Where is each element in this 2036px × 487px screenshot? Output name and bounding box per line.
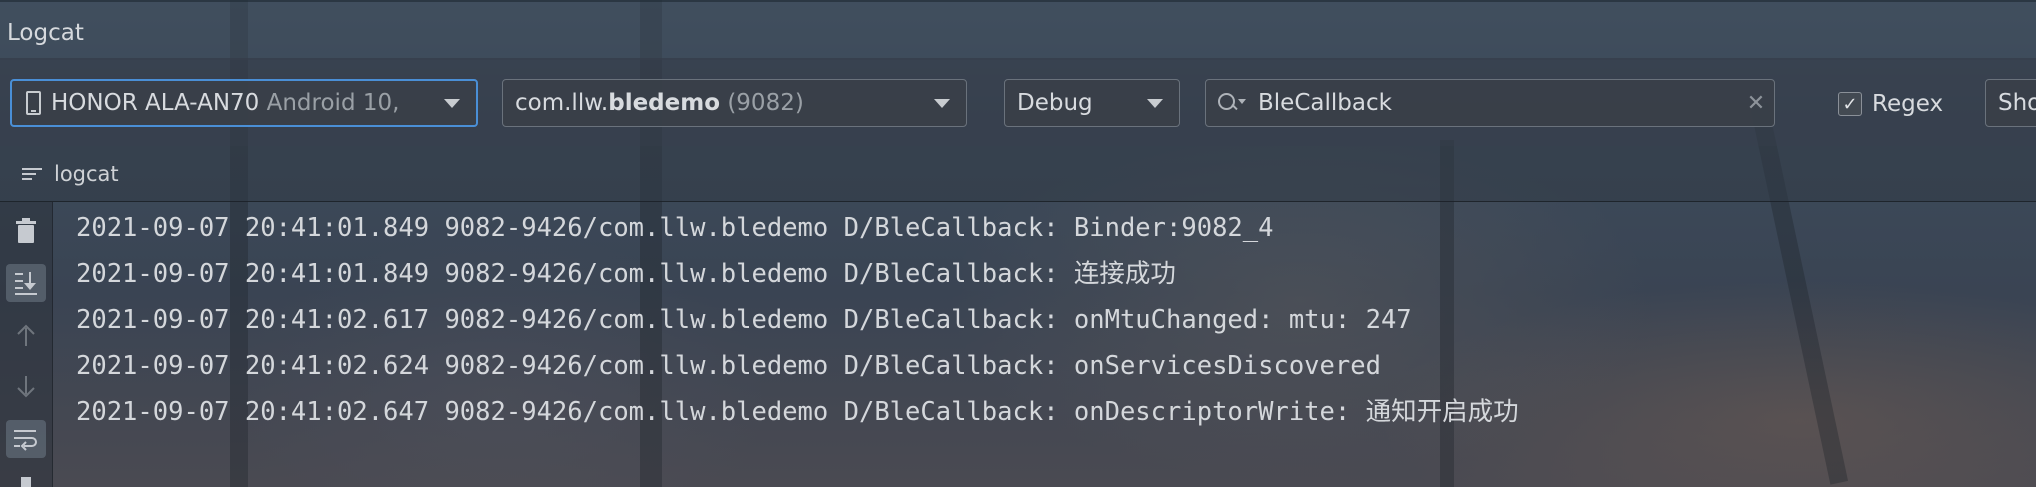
log-line[interactable]: 2021-09-07 20:41:01.849 9082-9426/com.ll… [76, 251, 2036, 297]
process-selector[interactable]: com.llw.bledemo (9082) [502, 79, 967, 127]
log-line[interactable]: 2021-09-07 20:41:01.849 9082-9426/com.ll… [76, 205, 2036, 251]
log-level-label: Debug [1017, 90, 1093, 116]
log-line[interactable]: 2021-09-07 20:41:02.647 9082-9426/com.ll… [76, 389, 2036, 435]
regex-checkbox[interactable]: ✓ Regex [1838, 90, 1943, 118]
log-line[interactable]: 2021-09-07 20:41:02.617 9082-9426/com.ll… [76, 297, 2036, 343]
checkmark-icon[interactable]: ✓ [1838, 92, 1862, 116]
logcat-tab-strip: logcat [0, 146, 2036, 202]
lines-icon [22, 165, 42, 183]
phone-icon [26, 91, 41, 115]
log-level-selector[interactable]: Debug [1004, 79, 1180, 127]
close-icon[interactable]: ✕ [1738, 91, 1774, 116]
search-input[interactable]: BleCallback ✕ [1205, 79, 1775, 127]
device-selector[interactable]: HONOR ALA-AN70 Android 10, [10, 79, 478, 127]
chevron-down-icon [444, 98, 460, 108]
chevron-down-icon [1147, 98, 1163, 108]
trash-icon [16, 218, 36, 243]
search-icon[interactable] [1216, 91, 1246, 115]
process-package: bledemo [608, 90, 721, 116]
scroll-to-end-button[interactable] [6, 264, 46, 302]
tab-label: logcat [54, 162, 119, 186]
device-selector-label: HONOR ALA-AN70 Android 10, [51, 90, 444, 116]
log-line[interactable]: 2021-09-07 20:41:02.624 9082-9426/com.ll… [76, 343, 2036, 389]
scroll-to-end-icon [15, 272, 37, 295]
clear-logcat-button[interactable] [6, 212, 46, 250]
logcat-output[interactable]: 2021-09-07 20:41:01.849 9082-9426/com.ll… [76, 205, 2036, 435]
show-only-selected-button[interactable]: Sho [1985, 79, 2036, 127]
printer-icon [21, 476, 31, 487]
process-prefix: com.llw. [515, 90, 609, 116]
tab-logcat[interactable]: logcat [22, 160, 119, 188]
process-selector-label: com.llw.bledemo (9082) [503, 90, 934, 116]
tool-window-titlebar: Logcat [0, 0, 2036, 60]
up-arrow-icon [17, 324, 35, 346]
device-detail: Android 10, [266, 90, 400, 116]
side-toolbar [0, 202, 53, 487]
process-pid: (9082) [727, 90, 804, 116]
tool-window-title: Logcat [7, 20, 84, 46]
down-arrow-icon [17, 376, 35, 398]
more-button[interactable] [6, 472, 46, 487]
regex-label: Regex [1872, 91, 1944, 117]
chevron-down-icon [934, 98, 950, 108]
soft-wrap-button[interactable] [6, 420, 46, 458]
up-button[interactable] [6, 316, 46, 354]
soft-wrap-icon [14, 430, 37, 451]
down-button[interactable] [6, 368, 46, 406]
device-name: HONOR ALA-AN70 [51, 90, 260, 116]
search-value[interactable]: BleCallback [1258, 90, 1738, 116]
